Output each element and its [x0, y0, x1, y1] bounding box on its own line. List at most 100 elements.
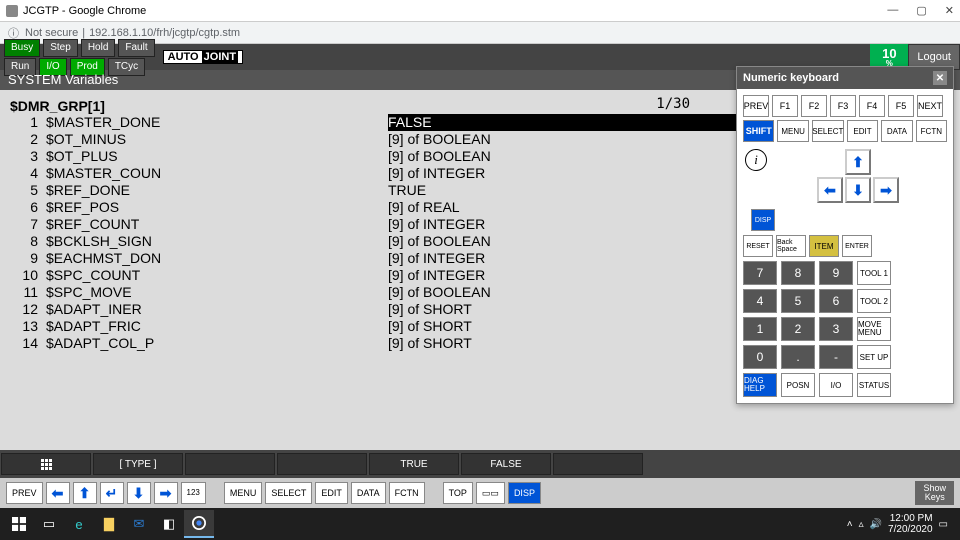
chrome-icon[interactable]	[184, 510, 214, 538]
page-counter: 1/30	[656, 96, 690, 112]
posn-key[interactable]: POSN	[781, 373, 815, 397]
next-key[interactable]: NEXT	[917, 95, 943, 117]
numkb-close-icon[interactable]: ✕	[933, 71, 947, 85]
url-text[interactable]: 192.168.1.10/frh/jcgtp/cgtp.stm	[89, 27, 240, 39]
softkey-blank1[interactable]	[185, 453, 275, 475]
prev-key[interactable]: PREV	[743, 95, 769, 117]
windows-icon	[12, 517, 26, 531]
tool2-key[interactable]: TOOL 2	[857, 289, 891, 313]
enter-key[interactable]: ENTER	[842, 235, 872, 257]
num-5-key[interactable]: 5	[781, 289, 815, 313]
var-index: 8	[10, 233, 38, 250]
f2-key[interactable]: F2	[801, 95, 827, 117]
nav-disp[interactable]: DISP	[508, 482, 541, 504]
nav-select[interactable]: SELECT	[265, 482, 312, 504]
status-step[interactable]: Step	[43, 39, 78, 57]
io-key[interactable]: I/O	[819, 373, 853, 397]
numeric-keyboard: Numeric keyboard ✕ PREV F1 F2 F3 F4 F5 N…	[736, 66, 954, 404]
softkey-blank2[interactable]	[277, 453, 367, 475]
window-title: JCGTP - Google Chrome	[23, 5, 146, 17]
num-1-key[interactable]: 1	[743, 317, 777, 341]
speed-value: 10	[882, 47, 896, 60]
num-0-key[interactable]: 0	[743, 345, 777, 369]
arrow-up-icon[interactable]: ⬆	[845, 149, 871, 175]
nav-enter-icon[interactable]: ↵	[100, 482, 124, 504]
num-4-key[interactable]: 4	[743, 289, 777, 313]
f3-key[interactable]: F3	[830, 95, 856, 117]
fctn-key[interactable]: FCTN	[916, 120, 947, 142]
softkey-blank3[interactable]	[553, 453, 643, 475]
var-index: 5	[10, 182, 38, 199]
edit-key[interactable]: EDIT	[847, 120, 878, 142]
notifications-icon[interactable]: ▭	[939, 519, 948, 530]
num-7-key[interactable]: 7	[743, 261, 777, 285]
nav-left-icon[interactable]: ⬅	[46, 482, 70, 504]
status-fault[interactable]: Fault	[118, 39, 154, 57]
move-menu-key[interactable]: MOVE MENU	[857, 317, 891, 341]
tray-network-icon[interactable]: ▵	[859, 519, 864, 530]
num-2-key[interactable]: 2	[781, 317, 815, 341]
var-name: $OT_PLUS	[38, 148, 388, 165]
app-icon[interactable]: ◧	[154, 510, 184, 538]
nav-fctn[interactable]: FCTN	[389, 482, 425, 504]
num-6-key[interactable]: 6	[819, 289, 853, 313]
disp-key[interactable]: DISP	[751, 209, 775, 231]
status-hold[interactable]: Hold	[81, 39, 116, 57]
softkey-grid-icon[interactable]	[1, 453, 91, 475]
setup-key[interactable]: SET UP	[857, 345, 891, 369]
softkey-true[interactable]: TRUE	[369, 453, 459, 475]
var-name: $EACHMST_DON	[38, 250, 388, 267]
softkey-false[interactable]: FALSE	[461, 453, 551, 475]
softkey-type[interactable]: [ TYPE ]	[93, 453, 183, 475]
arrow-left-icon[interactable]: ⬅	[817, 177, 843, 203]
maximize-button[interactable]: ▢	[916, 4, 926, 17]
nav-data[interactable]: DATA	[351, 482, 386, 504]
item-key[interactable]: ITEM	[809, 235, 839, 257]
num-8-key[interactable]: 8	[781, 261, 815, 285]
taskbar-clock[interactable]: 12:00 PM 7/20/2020	[888, 513, 933, 535]
select-key[interactable]: SELECT	[812, 120, 844, 142]
show-keys-button[interactable]: Show Keys	[915, 481, 954, 505]
tray-up-icon[interactable]: ˄	[847, 519, 853, 530]
tray-volume-icon[interactable]: 🔊	[870, 519, 882, 530]
status-key[interactable]: STATUS	[857, 373, 891, 397]
num-9-key[interactable]: 9	[819, 261, 853, 285]
start-icon[interactable]	[4, 510, 34, 538]
nav-123-key[interactable]: 123	[181, 482, 206, 504]
nav-screen-icon[interactable]: ▭▭	[476, 482, 505, 504]
shift-key[interactable]: SHIFT	[743, 120, 774, 142]
backspace-key[interactable]: Back Space	[776, 235, 806, 257]
f1-key[interactable]: F1	[772, 95, 798, 117]
f4-key[interactable]: F4	[859, 95, 885, 117]
diag-help-key[interactable]: DIAG HELP	[743, 373, 777, 397]
numkb-titlebar[interactable]: Numeric keyboard ✕	[737, 67, 953, 89]
nav-top[interactable]: TOP	[443, 482, 473, 504]
file-explorer-icon[interactable]: ▇	[94, 510, 124, 538]
data-key[interactable]: DATA	[881, 120, 912, 142]
var-index: 11	[10, 284, 38, 301]
dot-key[interactable]: .	[781, 345, 815, 369]
num-3-key[interactable]: 3	[819, 317, 853, 341]
minus-key[interactable]: -	[819, 345, 853, 369]
minimize-button[interactable]: —	[887, 4, 898, 17]
close-button[interactable]: ✕	[945, 4, 954, 17]
tool1-key[interactable]: TOOL 1	[857, 261, 891, 285]
window-controls: — ▢ ✕	[887, 4, 954, 17]
nav-down-icon[interactable]: ⬇	[127, 482, 151, 504]
reset-key[interactable]: RESET	[743, 235, 773, 257]
edge-icon[interactable]: e	[64, 510, 94, 538]
task-view-icon[interactable]: ▭	[34, 510, 64, 538]
outlook-icon[interactable]: ✉	[124, 510, 154, 538]
nav-edit[interactable]: EDIT	[315, 482, 348, 504]
nav-prev[interactable]: PREV	[6, 482, 43, 504]
nav-right-icon[interactable]: ➡	[154, 482, 178, 504]
bottom-softkeys: [ TYPE ] TRUE FALSE	[0, 450, 960, 478]
nav-up-icon[interactable]: ⬆	[73, 482, 97, 504]
arrow-down-icon[interactable]: ⬇	[845, 177, 871, 203]
nav-menu[interactable]: MENU	[224, 482, 263, 504]
status-busy[interactable]: Busy	[4, 39, 40, 57]
arrow-right-icon[interactable]: ➡	[873, 177, 899, 203]
f5-key[interactable]: F5	[888, 95, 914, 117]
info-icon[interactable]: i	[745, 149, 767, 171]
menu-key[interactable]: MENU	[777, 120, 808, 142]
